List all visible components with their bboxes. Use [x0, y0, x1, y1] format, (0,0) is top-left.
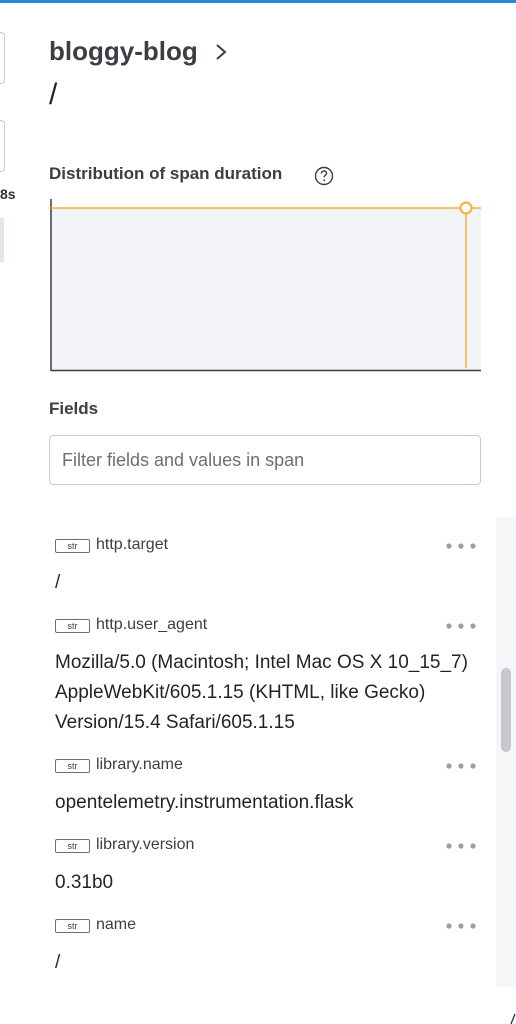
chart-marker-point: [459, 201, 473, 215]
field-row-library-version: str library.version 0.31b0: [55, 836, 485, 898]
more-horizontal-icon[interactable]: [445, 842, 477, 850]
field-row-name: str name /: [55, 916, 485, 978]
chevron-right-icon[interactable]: [212, 40, 230, 64]
field-name: name: [96, 916, 137, 933]
fields-scrollbar-thumb[interactable]: [501, 668, 511, 752]
str-type-badge: str: [55, 619, 90, 633]
field-value: 0.31b0: [55, 872, 114, 893]
field-value: /: [55, 572, 61, 593]
field-name: library.name: [96, 756, 183, 773]
top-accent-bar: [0, 0, 516, 3]
filter-fields-input[interactable]: [49, 435, 481, 485]
str-type-badge: str: [55, 759, 90, 773]
span-path-title: /: [49, 78, 58, 111]
field-row-http-user-agent: str http.user_agent Mozilla/5.0 (Macinto…: [55, 616, 485, 738]
left-duration-label: 8s: [0, 186, 16, 202]
left-panel-input-2[interactable]: [0, 120, 5, 172]
left-selected-row[interactable]: [0, 218, 4, 262]
field-value-line: AppleWebKit/605.1.15 (KHTML, like Gecko): [55, 682, 426, 703]
field-name: http.user_agent: [96, 616, 208, 633]
field-value-line: Version/15.4 Safari/605.1.15: [55, 712, 295, 733]
distribution-label: Distribution of span duration: [49, 164, 283, 183]
chart-plot-area: [51, 208, 481, 370]
field-row-http-target: str http.target /: [55, 536, 485, 598]
str-type-badge: str: [55, 919, 90, 933]
field-value: /: [55, 952, 61, 973]
str-type-badge: str: [55, 839, 90, 853]
duration-distribution-chart: [50, 199, 481, 372]
question-circle-icon[interactable]: [313, 165, 335, 187]
left-panel-input-1[interactable]: [0, 32, 5, 84]
fields-heading: Fields: [49, 399, 99, 418]
more-horizontal-icon[interactable]: [445, 762, 477, 770]
fields-scroll-track[interactable]: [496, 517, 516, 987]
field-name: http.target: [96, 536, 169, 553]
str-type-badge: str: [55, 539, 90, 553]
resize-handle-icon[interactable]: [510, 1010, 516, 1024]
more-horizontal-icon[interactable]: [445, 542, 477, 550]
field-name: library.version: [96, 836, 195, 853]
more-horizontal-icon[interactable]: [445, 922, 477, 930]
field-value-line: Mozilla/5.0 (Macintosh; Intel Mac OS X 1…: [55, 652, 468, 673]
more-horizontal-icon[interactable]: [445, 622, 477, 630]
field-value: Mozilla/5.0 (Macintosh; Intel Mac OS X 1…: [55, 648, 485, 738]
service-name[interactable]: bloggy-blog: [49, 36, 198, 67]
field-row-library-name: str library.name opentelemetry.instrumen…: [55, 756, 485, 818]
field-value: opentelemetry.instrumentation.flask: [55, 792, 354, 813]
